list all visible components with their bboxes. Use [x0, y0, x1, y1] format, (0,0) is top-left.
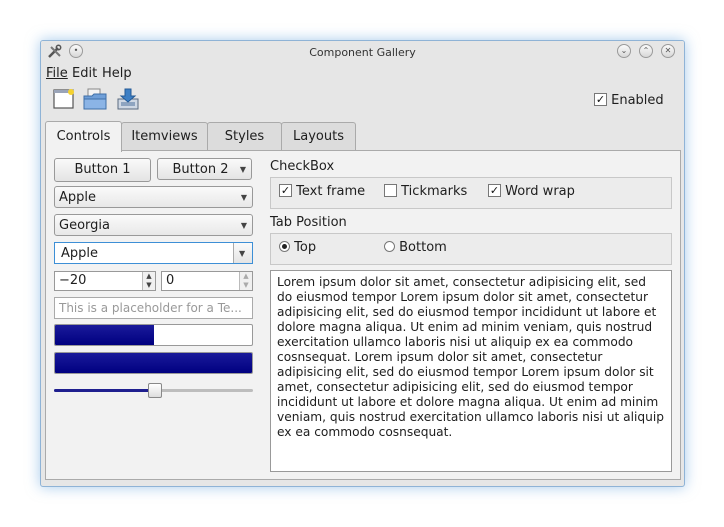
tab-styles[interactable]: Styles: [207, 122, 282, 151]
fruit-combo-value: Apple: [59, 190, 97, 205]
checkbox-group-title: CheckBox: [270, 159, 335, 174]
tab-styles-label: Styles: [224, 129, 265, 144]
checkbox-word-wrap[interactable]: ✓ Word wrap: [488, 184, 575, 199]
checkbox-tickmarks[interactable]: Tickmarks: [384, 184, 467, 199]
tab-layouts[interactable]: Layouts: [281, 122, 356, 151]
radio-top[interactable]: Top: [279, 240, 316, 255]
spinbox-signed[interactable]: −20 ▲ ▼: [54, 271, 156, 291]
menu-file-label: File: [46, 66, 68, 81]
radio-bottom-label: Bottom: [399, 240, 447, 255]
enabled-label: Enabled: [611, 93, 664, 108]
check-mark[interactable]: ✓: [279, 184, 292, 197]
controls-panel: Button 1 Button 2 ▼ Apple ▼ Georgia ▼ Ap…: [45, 150, 681, 480]
horizontal-slider[interactable]: [54, 383, 253, 399]
menu-file[interactable]: File: [46, 66, 68, 81]
tab-layouts-label: Layouts: [293, 129, 344, 144]
button-2-label: Button 2: [172, 162, 229, 177]
menu-edit-label: Edit: [72, 66, 98, 81]
enabled-check-mark[interactable]: ✓: [594, 93, 607, 106]
chevron-down-icon: ▼: [239, 165, 246, 174]
main-window: • Component Gallery ⌄ ⌃ ✕ File Edit Help: [40, 40, 685, 487]
font-combo[interactable]: Georgia ▼: [54, 214, 253, 236]
tab-controls-label: Controls: [56, 129, 111, 144]
chevron-down-icon: ▼: [240, 193, 247, 202]
save-download-icon[interactable]: [115, 87, 139, 111]
radio-unselected[interactable]: [384, 241, 395, 252]
spin-arrows-icon[interactable]: ▲ ▼: [239, 272, 252, 290]
slider-handle[interactable]: [147, 383, 162, 398]
fruit-combo[interactable]: Apple ▼: [54, 186, 253, 208]
menu-help[interactable]: Help: [102, 66, 132, 81]
minimize-button[interactable]: ⌄: [617, 44, 631, 58]
font-combo-value: Georgia: [59, 218, 110, 233]
tab-position-group: Top Bottom: [270, 233, 672, 265]
open-folder-icon[interactable]: [83, 87, 107, 111]
window-title: Component Gallery: [309, 46, 416, 59]
spinbox-signed-value[interactable]: −20: [59, 273, 86, 288]
checkbox-tickmarks-label: Tickmarks: [401, 184, 468, 199]
chevron-down-icon: ▼: [239, 249, 246, 258]
toolbar: [41, 85, 684, 113]
button-1[interactable]: Button 1: [54, 158, 151, 182]
progress-fill: [55, 325, 154, 345]
radio-selected[interactable]: [279, 241, 290, 252]
radio-bottom[interactable]: Bottom: [384, 240, 447, 255]
maximize-button[interactable]: ⌃: [639, 44, 653, 58]
chevron-down-icon: ▼: [240, 221, 247, 230]
spinbox-unsigned-value[interactable]: 0: [166, 273, 174, 288]
spin-arrows-icon[interactable]: ▲ ▼: [142, 272, 155, 290]
check-box-empty[interactable]: [384, 184, 397, 197]
tab-controls[interactable]: Controls: [45, 121, 122, 152]
close-button[interactable]: ✕: [661, 44, 675, 58]
radio-top-label: Top: [294, 240, 317, 255]
checkbox-group: ✓ Text frame Tickmarks ✓ Word wrap: [270, 177, 672, 209]
progress-bar-full: [54, 352, 253, 374]
new-document-icon[interactable]: [52, 87, 76, 111]
menu-help-label: Help: [102, 66, 132, 81]
tab-itemviews[interactable]: Itemviews: [121, 122, 208, 151]
checkbox-text-frame-label: Text frame: [296, 184, 366, 199]
check-mark[interactable]: ✓: [488, 184, 501, 197]
editable-combo-dropdown[interactable]: ▼: [233, 243, 252, 263]
menu-bar: File Edit Help: [41, 63, 684, 83]
checkbox-word-wrap-label: Word wrap: [505, 184, 575, 199]
tab-position-title: Tab Position: [270, 215, 347, 230]
tab-itemviews-label: Itemviews: [131, 129, 198, 144]
button-2[interactable]: Button 2 ▼: [157, 158, 252, 180]
spinbox-unsigned[interactable]: 0 ▲ ▼: [161, 271, 253, 291]
checkbox-text-frame[interactable]: ✓ Text frame: [279, 184, 365, 199]
enabled-checkbox[interactable]: ✓ Enabled: [594, 93, 664, 108]
text-input[interactable]: This is a placeholder for a Te...: [54, 297, 253, 319]
text-edit-area[interactable]: Lorem ipsum dolor sit amet, consectetur …: [270, 270, 672, 472]
editable-combo-value[interactable]: Apple: [61, 246, 98, 261]
title-bar[interactable]: • Component Gallery ⌄ ⌃ ✕: [41, 41, 684, 63]
editable-combo[interactable]: Apple ▼: [54, 242, 253, 264]
slider-fill: [54, 389, 154, 392]
progress-bar-half: [54, 324, 253, 346]
progress-fill: [55, 353, 252, 373]
menu-edit[interactable]: Edit: [72, 66, 97, 81]
